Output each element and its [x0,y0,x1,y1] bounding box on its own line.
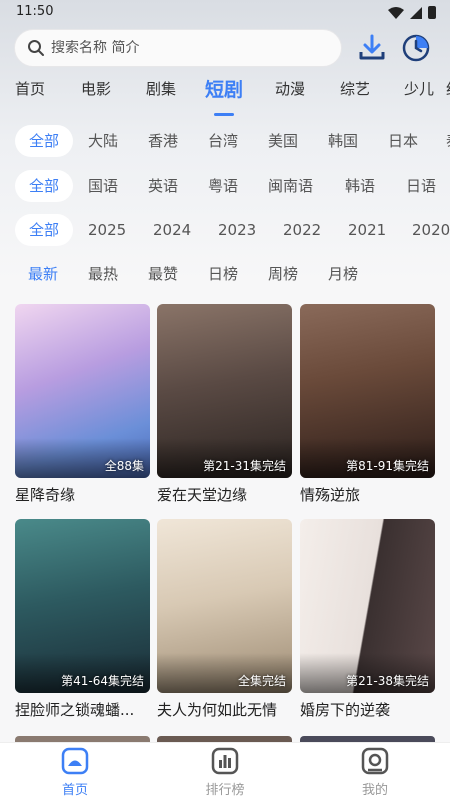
search-icon [28,40,44,56]
wifi-icon [388,6,404,19]
search-row [14,28,436,68]
poster-image[interactable]: 第41-64集完结 [15,519,150,693]
drama-title: 情殇逆旅 [300,486,361,504]
episode-badge: 第21-38集完结 [346,674,429,688]
episode-badge: 第21-31集完结 [203,459,286,473]
drama-title: 爱在天堂边缘 [157,486,248,504]
year-filter-row: 全部 2025 2024 2023 2022 2021 2020 [0,214,450,248]
sort-filter-row: 最新 最热 最赞 日榜 周榜 月榜 [0,258,450,292]
tabbar-profile-label: 我的 [361,783,388,798]
sort-chip[interactable]: 最赞 [148,258,178,290]
drama-card[interactable]: 第21-38集完结 婚房下的逆袭 [300,519,435,720]
drama-card[interactable]: 全88集 星降奇缘 [15,304,150,505]
tab-variety[interactable]: 综艺 [340,78,370,99]
episode-badge: 第81-91集完结 [346,459,429,473]
region-chip[interactable]: 韩国 [328,125,358,157]
bottom-tab-bar: 首页 排行榜 我的 [0,742,450,800]
region-chip[interactable]: 大陆 [88,125,118,157]
language-chip[interactable]: 国语 [88,170,118,202]
region-chip[interactable]: 美国 [268,125,298,157]
active-tab-indicator [214,113,234,116]
ranking-icon [211,747,239,775]
download-button[interactable] [354,30,390,66]
poster-image[interactable]: 全88集 [15,304,150,478]
year-chip[interactable]: 2024 [153,214,191,246]
drama-title: 捏脸师之锁魂蟠... [15,701,135,719]
language-filter-row: 全部 国语 英语 粤语 闽南语 韩语 日语 [0,170,450,204]
region-chip[interactable]: 全部 [15,125,73,157]
drama-card[interactable]: 第21-31集完结 爱在天堂边缘 [157,304,292,505]
region-chip[interactable]: 台湾 [208,125,238,157]
sort-chip[interactable]: 日榜 [208,258,238,290]
history-clock-icon [402,34,430,62]
language-chip[interactable]: 英语 [148,170,178,202]
tabbar-ranking[interactable]: 排行榜 [195,747,255,798]
drama-card[interactable]: 第81-91集完结 情殇逆旅 [300,304,435,505]
year-chip[interactable]: 全部 [15,214,73,246]
status-bar: 11:50 [0,0,450,26]
category-tabs: 首页 电影 剧集 短剧 动漫 综艺 少儿 纪 [0,78,450,114]
language-chip[interactable]: 全部 [15,170,73,202]
region-chip[interactable]: 香港 [148,125,178,157]
tab-anime[interactable]: 动漫 [275,78,305,99]
sort-chip[interactable]: 最热 [88,258,118,290]
region-chip[interactable]: 日本 [388,125,418,157]
language-chip[interactable]: 粤语 [208,170,238,202]
tab-series[interactable]: 剧集 [146,78,176,99]
year-chip[interactable]: 2020 [412,214,450,246]
poster-image[interactable]: 第21-38集完结 [300,519,435,693]
tab-documentary[interactable]: 纪 [446,78,450,99]
year-chip[interactable]: 2023 [218,214,256,246]
sort-chip[interactable]: 周榜 [268,258,298,290]
episode-badge: 全88集 [104,459,144,473]
year-chip[interactable]: 2022 [283,214,321,246]
profile-icon [361,747,389,775]
episode-badge: 第41-64集完结 [61,674,144,688]
episode-badge: 全集完结 [237,674,286,688]
drama-title: 婚房下的逆袭 [300,701,391,719]
status-time: 11:50 [16,4,54,19]
tabbar-home[interactable]: 首页 [45,747,105,798]
language-chip[interactable]: 闽南语 [268,170,313,202]
poster-image[interactable]: 第21-31集完结 [157,304,292,478]
tabbar-home-label: 首页 [61,783,88,798]
tab-kids[interactable]: 少儿 [404,78,434,99]
poster-image[interactable]: 全集完结 [157,519,292,693]
year-chip[interactable]: 2025 [88,214,126,246]
status-icons [388,6,436,19]
download-icon [359,34,385,60]
language-chip[interactable]: 日语 [406,170,436,202]
sort-chip-active[interactable]: 最新 [28,258,58,290]
search-input[interactable] [51,40,321,56]
region-chip[interactable]: 泰 [446,125,450,157]
tab-home[interactable]: 首页 [15,78,45,99]
sort-chip[interactable]: 月榜 [328,258,358,290]
tabbar-profile[interactable]: 我的 [345,747,405,798]
region-filter-row: 全部 大陆 香港 台湾 美国 韩国 日本 泰 [0,125,450,159]
drama-card[interactable]: 全集完结 夫人为何如此无情 [157,519,292,720]
year-chip[interactable]: 2021 [348,214,386,246]
poster-image[interactable]: 第81-91集完结 [300,304,435,478]
home-icon [61,747,89,775]
tabbar-ranking-label: 排行榜 [205,783,245,798]
history-button[interactable] [398,30,434,66]
signal-icon [410,6,422,19]
drama-card[interactable]: 第41-64集完结 捏脸师之锁魂蟠... [15,519,150,720]
search-bar[interactable] [14,29,342,67]
drama-title: 星降奇缘 [15,486,76,504]
tab-movies[interactable]: 电影 [81,78,111,99]
drama-title: 夫人为何如此无情 [157,701,278,719]
tab-short-drama[interactable]: 短剧 [205,78,243,102]
language-chip[interactable]: 韩语 [345,170,375,202]
battery-icon [428,6,436,19]
